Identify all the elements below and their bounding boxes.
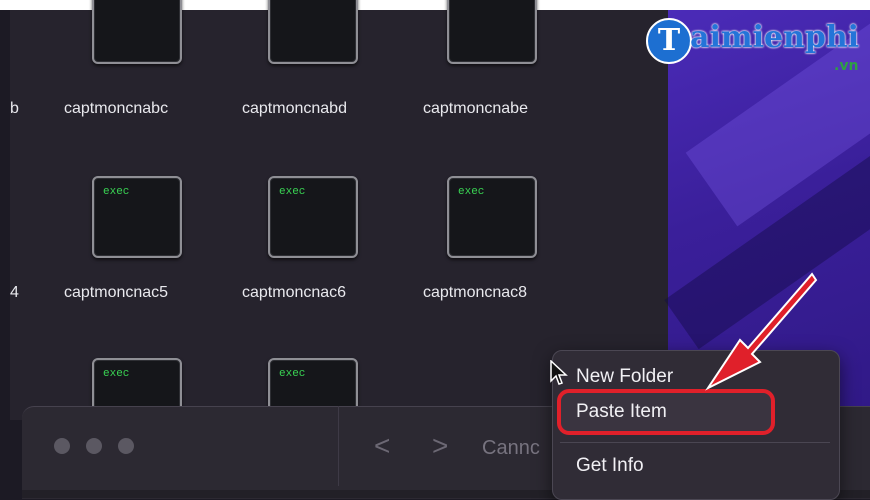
red-arrow-annotation	[705, 272, 818, 391]
close-window-button[interactable]	[54, 438, 70, 454]
back-button[interactable]: <	[374, 430, 390, 462]
exec-file-icon[interactable]: exec	[92, 0, 182, 64]
file-label[interactable]: captmoncnabd	[242, 100, 347, 118]
file-label[interactable]: captmoncnac6	[242, 284, 346, 302]
file-label[interactable]: captmoncnac5	[64, 284, 168, 302]
exec-file-icon[interactable]: exec	[447, 176, 537, 258]
zoom-window-button[interactable]	[118, 438, 134, 454]
exec-file-icon[interactable]: exec	[268, 176, 358, 258]
forward-button[interactable]: >	[432, 430, 448, 462]
menu-item-get-info[interactable]: Get Info	[576, 455, 644, 477]
watermark-text: aimienphi	[690, 20, 860, 55]
toolbar-divider	[338, 406, 339, 486]
window-title: Cannc	[482, 437, 540, 459]
menu-separator	[560, 442, 830, 443]
file-label[interactable]: b	[10, 100, 19, 118]
file-label[interactable]: 4	[10, 284, 19, 302]
exec-file-icon[interactable]: exec	[92, 176, 182, 258]
mouse-pointer-icon	[550, 360, 568, 385]
file-label[interactable]: captmoncnabe	[423, 100, 528, 118]
watermark-domain: .vn	[834, 58, 859, 74]
menu-item-new-folder[interactable]: New Folder	[576, 366, 673, 388]
minimize-window-button[interactable]	[86, 438, 102, 454]
file-label[interactable]: captmoncnabc	[64, 100, 168, 118]
file-label[interactable]: captmoncnac8	[423, 284, 527, 302]
exec-file-icon[interactable]: exec	[268, 0, 358, 64]
exec-file-icon[interactable]: exec	[447, 0, 537, 64]
watermark: T aimienphi .vn	[642, 14, 867, 84]
menu-item-paste-item[interactable]: Paste Item	[576, 401, 667, 423]
watermark-logo-icon: T	[646, 18, 692, 64]
